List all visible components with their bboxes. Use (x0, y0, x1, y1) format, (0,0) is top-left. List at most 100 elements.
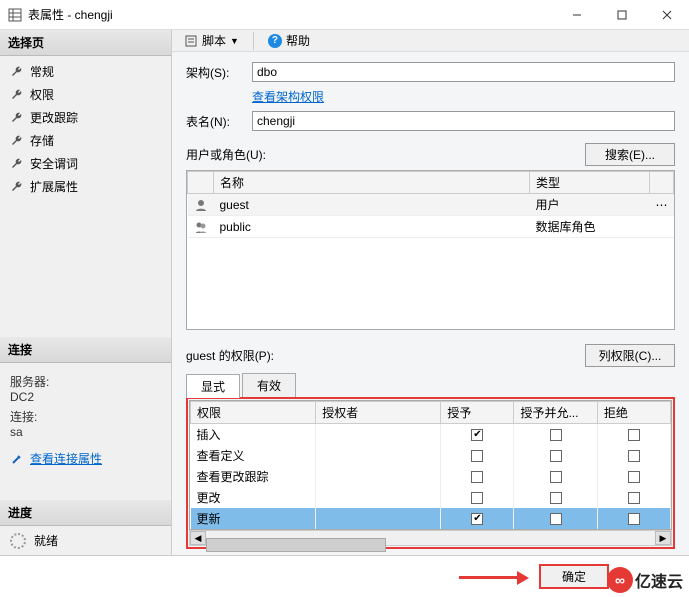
page-item-storage[interactable]: 存储 (0, 129, 171, 152)
col-perm[interactable]: 权限 (191, 402, 316, 424)
col-extra (650, 172, 674, 194)
col-name[interactable]: 名称 (214, 172, 530, 194)
deny-checkbox[interactable] (628, 450, 640, 462)
server-label: 服务器: (10, 373, 161, 390)
perm-name: 更改 (191, 487, 316, 508)
principal-row[interactable]: guest 用户 ⋯ (188, 194, 674, 216)
wrench-icon (10, 157, 24, 171)
perm-row[interactable]: 插入 (191, 424, 671, 446)
toolbar: 脚本 ▼ ? 帮助 (172, 30, 689, 52)
script-icon (184, 34, 198, 48)
col-icon (188, 172, 214, 194)
connection-info: 服务器: DC2 连接: sa (0, 363, 171, 447)
deny-checkbox[interactable] (628, 471, 640, 483)
view-schema-perms-link[interactable]: 查看架构权限 (252, 90, 324, 104)
col-deny[interactable]: 拒绝 (597, 402, 670, 424)
perm-row[interactable]: 查看定义 (191, 445, 671, 466)
maximize-button[interactable] (599, 0, 644, 30)
page-item-changetracking[interactable]: 更改跟踪 (0, 106, 171, 129)
spinner-icon (10, 533, 26, 549)
col-withgrant[interactable]: 授予并允... (514, 402, 597, 424)
watermark: ∞ 亿速云 (607, 567, 683, 593)
principals-grid[interactable]: 名称 类型 guest 用户 ⋯ public 数据库角色 (186, 170, 675, 330)
deny-checkbox[interactable] (628, 513, 640, 525)
withgrant-checkbox[interactable] (550, 513, 562, 525)
window-title: 表属性 - chengji (28, 6, 554, 23)
horizontal-scrollbar[interactable]: ◀ ▶ (189, 530, 672, 546)
perm-grid[interactable]: 权限 授权者 授予 授予并允... 拒绝 插入查看定义查看更改跟踪更改更新 (189, 400, 672, 530)
perm-grantor (316, 445, 441, 466)
help-button[interactable]: ? 帮助 (264, 30, 314, 51)
role-icon (194, 220, 208, 234)
separator (253, 32, 254, 50)
grant-checkbox[interactable] (471, 450, 483, 462)
withgrant-checkbox[interactable] (550, 450, 562, 462)
perm-tabs: 显式 有效 (186, 373, 675, 397)
search-button[interactable]: 搜索(E)... (585, 143, 675, 166)
browse-icon[interactable]: ⋯ (656, 198, 668, 212)
grant-checkbox[interactable] (471, 513, 483, 525)
perm-row[interactable]: 更改 (191, 487, 671, 508)
page-item-extended[interactable]: 扩展属性 (0, 175, 171, 198)
minimize-button[interactable] (554, 0, 599, 30)
perm-name: 查看更改跟踪 (191, 466, 316, 487)
wrench-icon (10, 180, 24, 194)
watermark-text: 亿速云 (635, 568, 683, 592)
main-panel: 脚本 ▼ ? 帮助 架构(S): 查看架构权限 表名(N): 用户或角色( (172, 30, 689, 555)
perm-grantor (316, 424, 441, 446)
annotation-arrow (459, 572, 529, 582)
deny-checkbox[interactable] (628, 429, 640, 441)
connection-header: 连接 (0, 337, 171, 363)
conn-label: 连接: (10, 408, 161, 425)
principal-row[interactable]: public 数据库角色 (188, 216, 674, 238)
wrench-icon (10, 134, 24, 148)
status-row: 就绪 (0, 526, 171, 555)
table-icon (8, 8, 22, 22)
tab-explicit[interactable]: 显式 (186, 374, 240, 398)
perm-row[interactable]: 查看更改跟踪 (191, 466, 671, 487)
chevron-down-icon: ▼ (230, 36, 239, 46)
footer: 确定 (0, 555, 689, 597)
view-connection-props[interactable]: 查看连接属性 (0, 447, 171, 470)
watermark-icon: ∞ (607, 567, 633, 593)
script-button[interactable]: 脚本 ▼ (180, 30, 243, 51)
withgrant-checkbox[interactable] (550, 471, 562, 483)
page-item-security[interactable]: 安全谓词 (0, 152, 171, 175)
perm-grantor (316, 487, 441, 508)
withgrant-checkbox[interactable] (550, 492, 562, 504)
server-value: DC2 (10, 390, 161, 404)
connection-icon (10, 452, 24, 466)
col-type[interactable]: 类型 (530, 172, 650, 194)
table-input[interactable] (252, 111, 675, 131)
wrench-icon (10, 65, 24, 79)
col-grant[interactable]: 授予 (441, 402, 514, 424)
grant-checkbox[interactable] (471, 492, 483, 504)
withgrant-checkbox[interactable] (550, 429, 562, 441)
column-perms-button[interactable]: 列权限(C)... (585, 344, 675, 367)
scroll-right-button[interactable]: ▶ (655, 531, 671, 545)
schema-input[interactable] (252, 62, 675, 82)
perm-name: 查看定义 (191, 445, 316, 466)
help-icon: ? (268, 34, 282, 48)
tab-effective[interactable]: 有效 (242, 373, 296, 397)
select-page-header: 选择页 (0, 30, 171, 56)
schema-label: 架构(S): (186, 64, 246, 81)
page-item-permissions[interactable]: 权限 (0, 83, 171, 106)
progress-header: 进度 (0, 500, 171, 526)
page-item-general[interactable]: 常规 (0, 60, 171, 83)
scroll-left-button[interactable]: ◀ (190, 531, 206, 545)
user-icon (194, 198, 208, 212)
col-grantor[interactable]: 授权者 (316, 402, 441, 424)
deny-checkbox[interactable] (628, 492, 640, 504)
conn-value: sa (10, 425, 161, 439)
scroll-thumb[interactable] (206, 538, 386, 552)
wrench-icon (10, 111, 24, 125)
close-button[interactable] (644, 0, 689, 30)
grant-checkbox[interactable] (471, 429, 483, 441)
wrench-icon (10, 88, 24, 102)
ok-button[interactable]: 确定 (539, 564, 609, 589)
perm-name: 插入 (191, 424, 316, 446)
perm-row[interactable]: 更新 (191, 508, 671, 529)
grant-checkbox[interactable] (471, 471, 483, 483)
perm-grantor (316, 508, 441, 529)
